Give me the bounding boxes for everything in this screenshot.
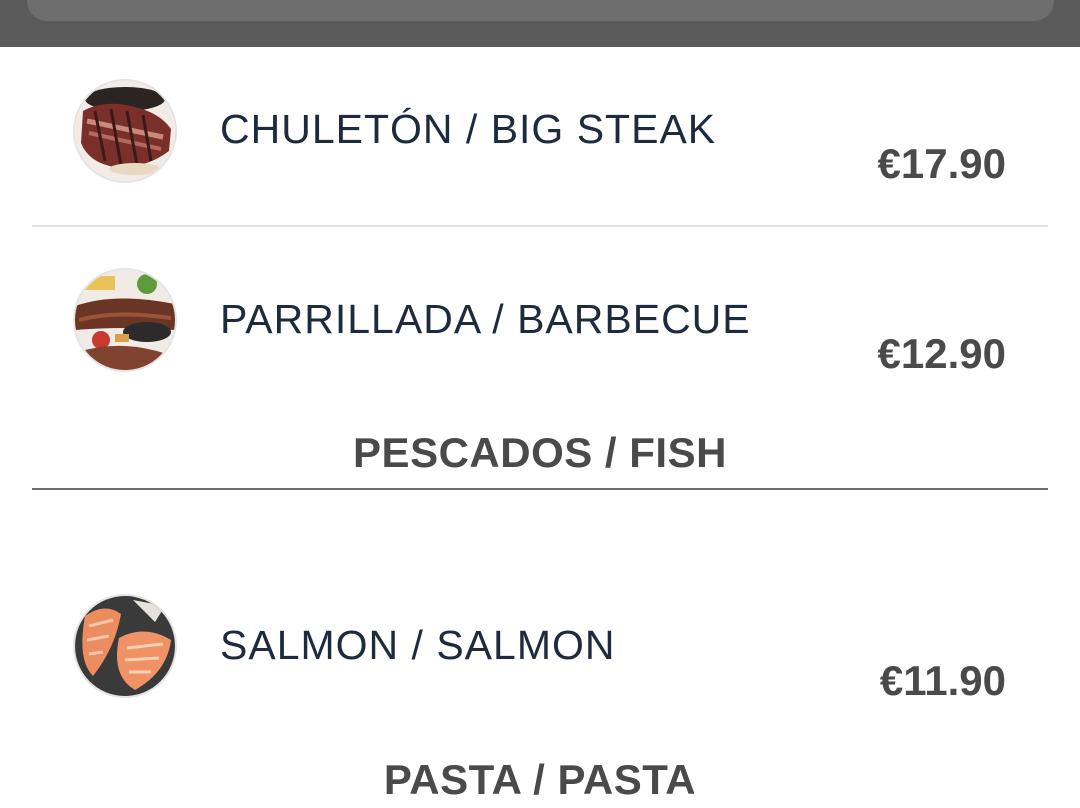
item-price: €17.90 (877, 140, 1006, 187)
section-title-fish: PESCADOS / FISH (353, 429, 727, 476)
search-field[interactable] (27, 0, 1054, 21)
salmon-photo (73, 594, 177, 698)
item-divider (32, 225, 1048, 227)
section-title-pasta: PASTA / PASTA (383, 756, 697, 803)
item-name: CHULETÓN / BIG STEAK (220, 106, 717, 152)
steak-photo (73, 79, 177, 183)
top-bar (0, 0, 1080, 47)
item-price: €12.90 (877, 330, 1006, 377)
item-price: €11.90 (879, 657, 1006, 704)
item-name: SALMON / SALMON (220, 622, 616, 668)
item-name: PARRILLADA / BARBECUE (220, 296, 751, 342)
section-divider (32, 488, 1048, 490)
barbecue-photo (73, 268, 177, 372)
